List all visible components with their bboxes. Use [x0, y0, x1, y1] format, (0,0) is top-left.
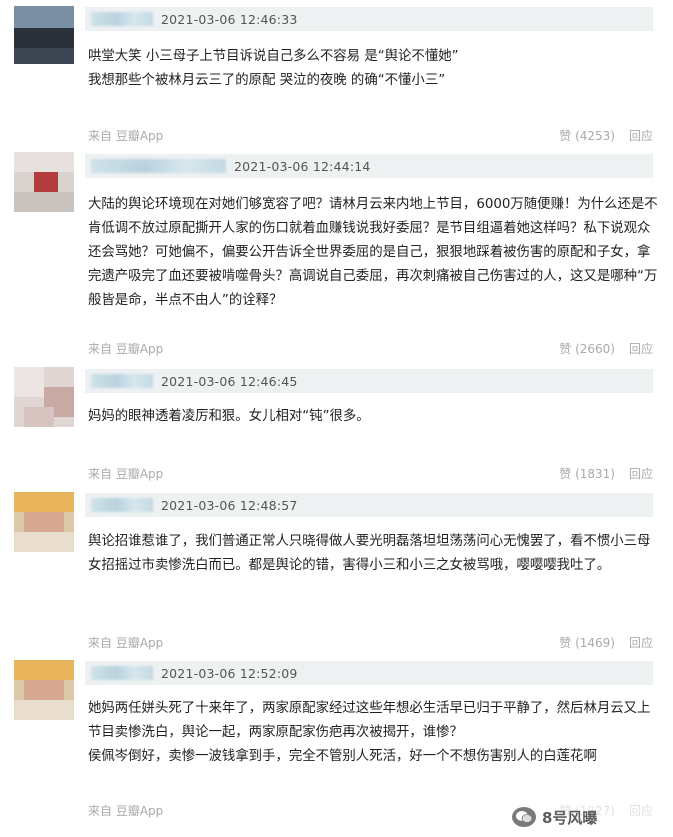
timestamp: 2021-03-06 12:46:45: [161, 373, 298, 389]
avatar[interactable]: [14, 6, 74, 64]
comment-footer: 来自 豆瓣App 赞 (1469) 回应: [88, 634, 653, 654]
username[interactable]: [91, 666, 153, 680]
like-button[interactable]: 赞 (4253): [559, 127, 615, 144]
comment-footer: 来自 豆瓣App 赞 (1831) 回应: [88, 465, 653, 485]
username[interactable]: [91, 159, 226, 173]
username[interactable]: [91, 374, 153, 388]
comment-footer: 来自 豆瓣App 赞 (4253) 回应: [88, 127, 653, 147]
timestamp: 2021-03-06 12:46:33: [161, 11, 298, 27]
avatar[interactable]: [14, 660, 74, 720]
avatar[interactable]: [14, 367, 74, 427]
like-button[interactable]: 赞 (2660): [559, 340, 615, 357]
comment-text: 舆论招谁惹谁了，我们普通正常人只晓得做人要光明磊落坦坦荡荡问心无愧罢了，看不惯小…: [88, 534, 651, 573]
timestamp: 2021-03-06 12:52:09: [161, 665, 298, 681]
comment-meta-bar: 2021-03-06 12:44:14: [85, 154, 653, 178]
reply-button[interactable]: 回应: [629, 340, 653, 357]
source-label: 来自 豆瓣App: [88, 467, 164, 481]
comment-meta-bar: 2021-03-06 12:52:09: [85, 661, 653, 685]
like-button[interactable]: 赞 (1469): [559, 634, 615, 651]
comment-meta-bar: 2021-03-06 12:46:33: [85, 7, 653, 31]
source-label: 来自 豆瓣App: [88, 129, 164, 143]
avatar[interactable]: [14, 492, 74, 552]
avatar[interactable]: [14, 152, 74, 212]
comment-meta-bar: 2021-03-06 12:48:57: [85, 493, 653, 517]
source-label: 来自 豆瓣App: [88, 804, 164, 818]
comment-text: 妈妈的眼神透着凌厉和狠。女儿相对“钝”很多。: [88, 409, 370, 424]
reply-button[interactable]: 回应: [629, 634, 653, 651]
comment-footer: 来自 豆瓣App 赞 (2660) 回应: [88, 340, 653, 360]
username[interactable]: [91, 12, 153, 26]
wechat-icon: [512, 807, 536, 827]
reply-button[interactable]: 回应: [629, 465, 653, 482]
watermark-text: 8号风曝: [542, 808, 598, 827]
comment-text: 她妈两任姘头死了十来年了，两家原配家经过这些年想必生活早已归于平静了，然后林月云…: [88, 701, 651, 764]
source-label: 来自 豆瓣App: [88, 342, 164, 356]
comment-text: 哄堂大笑 小三母子上节目诉说自己多么不容易 是“舆论不懂她” 我想那些个被林月云…: [88, 49, 459, 88]
comment-meta-bar: 2021-03-06 12:46:45: [85, 369, 653, 393]
watermark: 8号风曝: [512, 802, 662, 832]
username[interactable]: [91, 498, 153, 512]
timestamp: 2021-03-06 12:48:57: [161, 497, 298, 513]
reply-button[interactable]: 回应: [629, 127, 653, 144]
timestamp: 2021-03-06 12:44:14: [234, 158, 371, 174]
comment-text: 大陆的舆论环境现在对她们够宽容了吧？请林月云来内地上节目，6000万随便赚！为什…: [88, 197, 658, 308]
source-label: 来自 豆瓣App: [88, 636, 164, 650]
like-button[interactable]: 赞 (1831): [559, 465, 615, 482]
